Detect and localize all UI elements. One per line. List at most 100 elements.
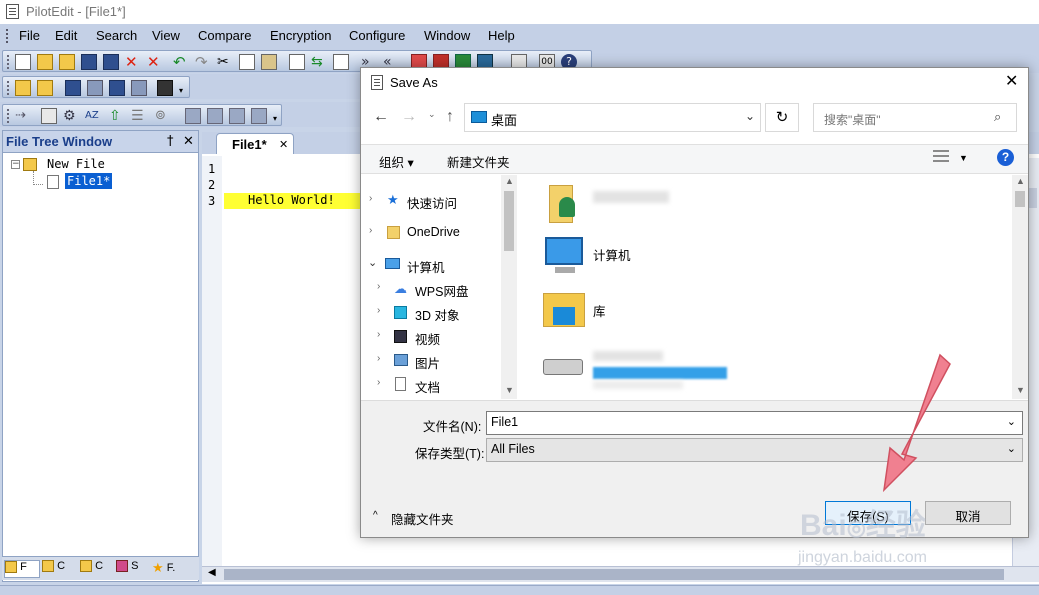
panel-tab-files[interactable]: F xyxy=(4,560,40,578)
tab-close-icon[interactable]: ✕ xyxy=(279,138,288,151)
list-icon[interactable]: ☰ xyxy=(131,108,147,124)
address-dropdown-icon[interactable]: ⌄ xyxy=(745,109,755,123)
address-bar[interactable]: 桌面 ⌄ xyxy=(464,103,761,132)
editor-line-text[interactable]: Hello World! xyxy=(248,193,335,207)
file-item-user[interactable] xyxy=(541,183,901,229)
move-up-icon[interactable]: ⇧ xyxy=(109,108,125,124)
collapse-toggle-icon[interactable]: − xyxy=(11,160,20,169)
nav-scrollbar[interactable]: ▲ ▼ xyxy=(501,175,517,399)
panel-tab-s[interactable]: S xyxy=(116,560,150,578)
collapse-icon[interactable] xyxy=(251,108,267,124)
find-in-files-icon[interactable] xyxy=(333,54,349,70)
expand-chevron-icon[interactable]: › xyxy=(369,193,372,204)
tree-file-label[interactable]: File1* xyxy=(65,173,113,189)
back-icon[interactable]: ← xyxy=(373,108,389,126)
panel-tab-favorites-label: F. xyxy=(166,561,176,574)
hide-folders-button[interactable]: 隐藏文件夹 xyxy=(391,509,454,528)
panel-tab-c2[interactable]: C xyxy=(80,560,114,578)
sort-az-icon[interactable]: AZ xyxy=(85,108,101,124)
close-panel-icon[interactable]: ✕ xyxy=(183,134,194,149)
new-file-icon[interactable] xyxy=(15,54,31,70)
open-folder-icon[interactable] xyxy=(37,54,53,70)
refresh-icon[interactable]: ↻ xyxy=(765,103,799,132)
open-recent-icon[interactable] xyxy=(59,54,75,70)
filetype-dropdown-icon[interactable]: ⌄ xyxy=(1007,442,1016,455)
menu-view[interactable]: View xyxy=(152,28,180,43)
save-all-icon[interactable] xyxy=(103,54,119,70)
expand-chevron-icon[interactable]: › xyxy=(377,329,380,340)
scroll-left-icon[interactable]: ◀ xyxy=(208,567,216,578)
scroll-thumb[interactable] xyxy=(224,569,1004,580)
editor-horizontal-scrollbar[interactable]: ◀ xyxy=(202,566,1039,582)
find-icon[interactable] xyxy=(289,54,305,70)
expand-chevron-icon[interactable]: › xyxy=(377,281,380,292)
menu-edit[interactable]: Edit xyxy=(55,28,77,43)
scroll-thumb[interactable] xyxy=(1015,191,1025,207)
window-title: PilotEdit - [File1*] xyxy=(26,4,126,19)
menu-help[interactable]: Help xyxy=(488,28,515,43)
redo-icon[interactable]: ↷ xyxy=(195,54,211,70)
app-icon xyxy=(6,4,19,19)
file-list-scrollbar[interactable]: ▲ ▼ xyxy=(1012,175,1028,399)
editor-tab[interactable]: File1* ✕ xyxy=(216,133,294,154)
menu-window[interactable]: Window xyxy=(424,28,470,43)
copy-icon[interactable] xyxy=(239,54,255,70)
expand-chevron-icon[interactable]: › xyxy=(377,377,380,388)
toolbar-overflow-icon[interactable]: ▾ xyxy=(179,86,183,95)
up-icon[interactable]: ↑ xyxy=(446,108,454,126)
filetype-label: 保存类型(T): xyxy=(415,447,485,461)
forward-icon[interactable]: → xyxy=(401,108,417,126)
panel-tab-favorites[interactable]: ★ F. xyxy=(152,560,192,578)
toolbar-overflow-icon-2[interactable]: ▾ xyxy=(273,114,277,123)
paste-icon[interactable] xyxy=(261,54,277,70)
cut-icon[interactable]: ✂ xyxy=(217,54,233,70)
settings-gear-icon[interactable]: ⚙ xyxy=(63,108,79,124)
scroll-thumb[interactable] xyxy=(504,191,514,251)
editor-tab-label: File1* xyxy=(232,137,267,152)
tree-root-label[interactable]: New File xyxy=(47,157,105,171)
zoom-icon[interactable]: ⊚ xyxy=(155,108,171,124)
pin-icon[interactable]: † xyxy=(167,134,174,149)
expand-icon[interactable] xyxy=(185,108,201,124)
recent-locations-icon[interactable]: ⌄ xyxy=(428,109,436,120)
server-icon[interactable] xyxy=(157,80,173,96)
open-project-icon[interactable] xyxy=(15,80,31,96)
file-item-library[interactable]: 库 xyxy=(541,291,901,337)
project-remove-icon[interactable] xyxy=(131,80,147,96)
add-icon[interactable] xyxy=(207,108,223,124)
expand-chevron-icon[interactable]: › xyxy=(377,305,380,316)
project-folder-icon[interactable] xyxy=(37,80,53,96)
column-mode-icon[interactable]: ⇢ xyxy=(15,108,31,124)
close-all-icon[interactable]: ✕ xyxy=(147,54,163,70)
search-box[interactable]: 搜索"桌面" ⌕ xyxy=(813,103,1017,132)
menu-file[interactable]: File xyxy=(19,28,40,43)
help-icon[interactable]: ? xyxy=(997,149,1014,166)
undo-icon[interactable]: ↶ xyxy=(173,54,189,70)
search-icon: ⌕ xyxy=(994,109,1002,124)
project-settings-icon[interactable] xyxy=(109,80,125,96)
filename-dropdown-icon[interactable]: ⌄ xyxy=(1007,415,1016,428)
file-item-drive[interactable] xyxy=(541,347,901,393)
organize-button[interactable]: 组织 ▾ xyxy=(379,152,414,171)
collapse-up-icon[interactable]: ^ xyxy=(373,510,378,521)
panel-tab-c1[interactable]: C xyxy=(42,560,76,578)
menu-encryption[interactable]: Encryption xyxy=(270,28,331,43)
expand-chevron-icon[interactable]: › xyxy=(369,225,372,236)
close-file-icon[interactable]: ✕ xyxy=(125,54,141,70)
expand-chevron-icon[interactable]: › xyxy=(377,353,380,364)
menu-search[interactable]: Search xyxy=(96,28,137,43)
new-folder-button[interactable]: 新建文件夹 xyxy=(447,152,510,171)
menu-compare[interactable]: Compare xyxy=(198,28,251,43)
document-settings-icon[interactable] xyxy=(41,108,57,124)
dialog-close-icon[interactable]: ✕ xyxy=(1005,71,1018,91)
file-item-computer[interactable]: 计算机 xyxy=(541,235,901,281)
replace-icon[interactable]: ⇆ xyxy=(311,54,327,70)
view-options-icon[interactable] xyxy=(933,150,949,166)
save-icon[interactable] xyxy=(81,54,97,70)
save-project-icon[interactable] xyxy=(65,80,81,96)
remove-icon[interactable] xyxy=(229,108,245,124)
menu-configure[interactable]: Configure xyxy=(349,28,405,43)
collapse-chevron-icon[interactable]: ⌄ xyxy=(368,256,377,269)
view-dropdown-icon[interactable]: ▼ xyxy=(959,153,968,163)
close-project-icon[interactable] xyxy=(87,80,103,96)
